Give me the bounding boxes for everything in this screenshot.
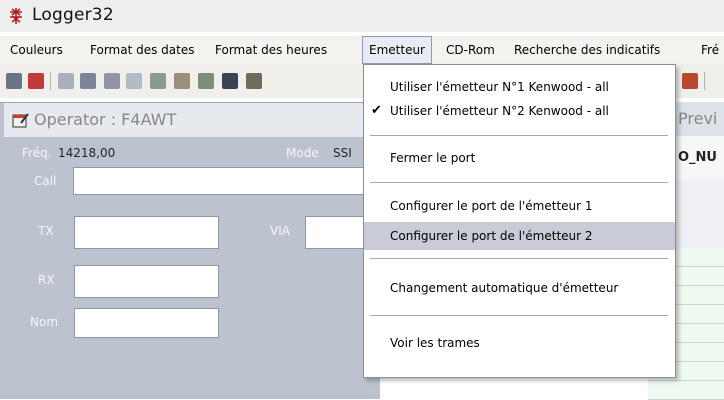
- menu-separator: [370, 135, 668, 136]
- copy-icon[interactable]: [6, 73, 22, 89]
- grid-icon[interactable]: [222, 73, 238, 89]
- toolbar-separator: [704, 72, 705, 90]
- preview-title: Previ: [678, 109, 718, 128]
- nom-input[interactable]: [74, 308, 219, 338]
- via-label: VIA: [270, 224, 290, 238]
- operator-panel: Operator : F4AWT Fréq. 14218,00 Mode SSI…: [0, 102, 380, 399]
- menu-frequences[interactable]: Fré: [695, 36, 724, 64]
- title-bar: Logger32: [0, 0, 724, 32]
- menu-item-label: Utiliser l'émetteur N°2 Kenwood - all: [390, 104, 609, 118]
- grid-row[interactable]: [648, 381, 724, 400]
- freq-label: Fréq.: [22, 146, 52, 160]
- menu-separator: [370, 315, 668, 316]
- menu-item-label: Configurer le port de l'émetteur 2: [390, 229, 593, 243]
- notepad-icon: [12, 113, 29, 128]
- tx-label: TX: [38, 224, 54, 238]
- grid-column-header: O_NU: [678, 150, 717, 165]
- call-input[interactable]: [73, 167, 368, 195]
- app-logo-icon: [10, 8, 22, 24]
- antenna-icon[interactable]: [58, 73, 74, 89]
- menu-cd-rom[interactable]: CD-Rom: [440, 36, 501, 64]
- menu-recherche-indicatifs[interactable]: Recherche des indicatifs: [508, 36, 666, 64]
- menu-emetteur[interactable]: Emetteur: [362, 36, 432, 64]
- emetteur-dropdown-menu: Utiliser l'émetteur N°1 Kenwood - all ✔ …: [363, 64, 676, 378]
- menu-bar: Couleurs Format des dates Format des heu…: [0, 36, 724, 65]
- notes-icon[interactable]: [126, 73, 142, 89]
- mode-label: Mode: [286, 146, 319, 160]
- menu-format-heures[interactable]: Format des heures: [209, 36, 333, 64]
- menu-item-configure-port-1[interactable]: Configurer le port de l'émetteur 1: [364, 192, 675, 220]
- menu-couleurs[interactable]: Couleurs: [4, 36, 69, 64]
- toolbar-separator: [50, 72, 51, 90]
- mode-value: SSI: [333, 146, 352, 160]
- menu-item-label: Changement automatique d'émetteur: [390, 281, 619, 295]
- tx-input[interactable]: [74, 216, 219, 249]
- tool-icon[interactable]: [246, 73, 262, 89]
- menu-item-configure-port-2[interactable]: Configurer le port de l'émetteur 2: [364, 222, 675, 250]
- gear-icon[interactable]: [174, 73, 190, 89]
- edit-icon[interactable]: [80, 73, 96, 89]
- nom-label: Nom: [30, 315, 59, 329]
- menu-item-label: Configurer le port de l'émetteur 1: [390, 199, 593, 213]
- menu-item-auto-switch-transmitter[interactable]: Changement automatique d'émetteur: [364, 274, 675, 302]
- globe-icon[interactable]: [150, 73, 166, 89]
- menu-separator: [370, 258, 668, 259]
- list-icon[interactable]: [104, 73, 120, 89]
- menu-separator: [370, 182, 668, 183]
- log-icon[interactable]: [28, 73, 44, 89]
- menu-item-label: Voir les trames: [390, 336, 480, 350]
- rx-label: RX: [38, 273, 55, 287]
- window-title: Logger32: [32, 5, 114, 25]
- rx-input[interactable]: [74, 265, 219, 298]
- operator-title: Operator : F4AWT: [34, 110, 177, 129]
- menu-item-view-frames[interactable]: Voir les trames: [364, 329, 675, 357]
- checkmark-icon: ✔: [371, 103, 382, 118]
- map-icon[interactable]: [198, 73, 214, 89]
- operator-header: Operator : F4AWT: [4, 103, 380, 137]
- menu-item-use-transmitter-2[interactable]: ✔ Utiliser l'émetteur N°2 Kenwood - all: [364, 97, 675, 125]
- menu-item-close-port[interactable]: Fermer le port: [364, 144, 675, 172]
- via-input[interactable]: [305, 216, 371, 249]
- call-label: Call: [34, 174, 57, 188]
- menu-item-label: Fermer le port: [390, 151, 476, 165]
- world-icon[interactable]: [682, 73, 698, 89]
- menu-format-dates[interactable]: Format des dates: [84, 36, 200, 64]
- freq-value: 14218,00: [58, 146, 116, 160]
